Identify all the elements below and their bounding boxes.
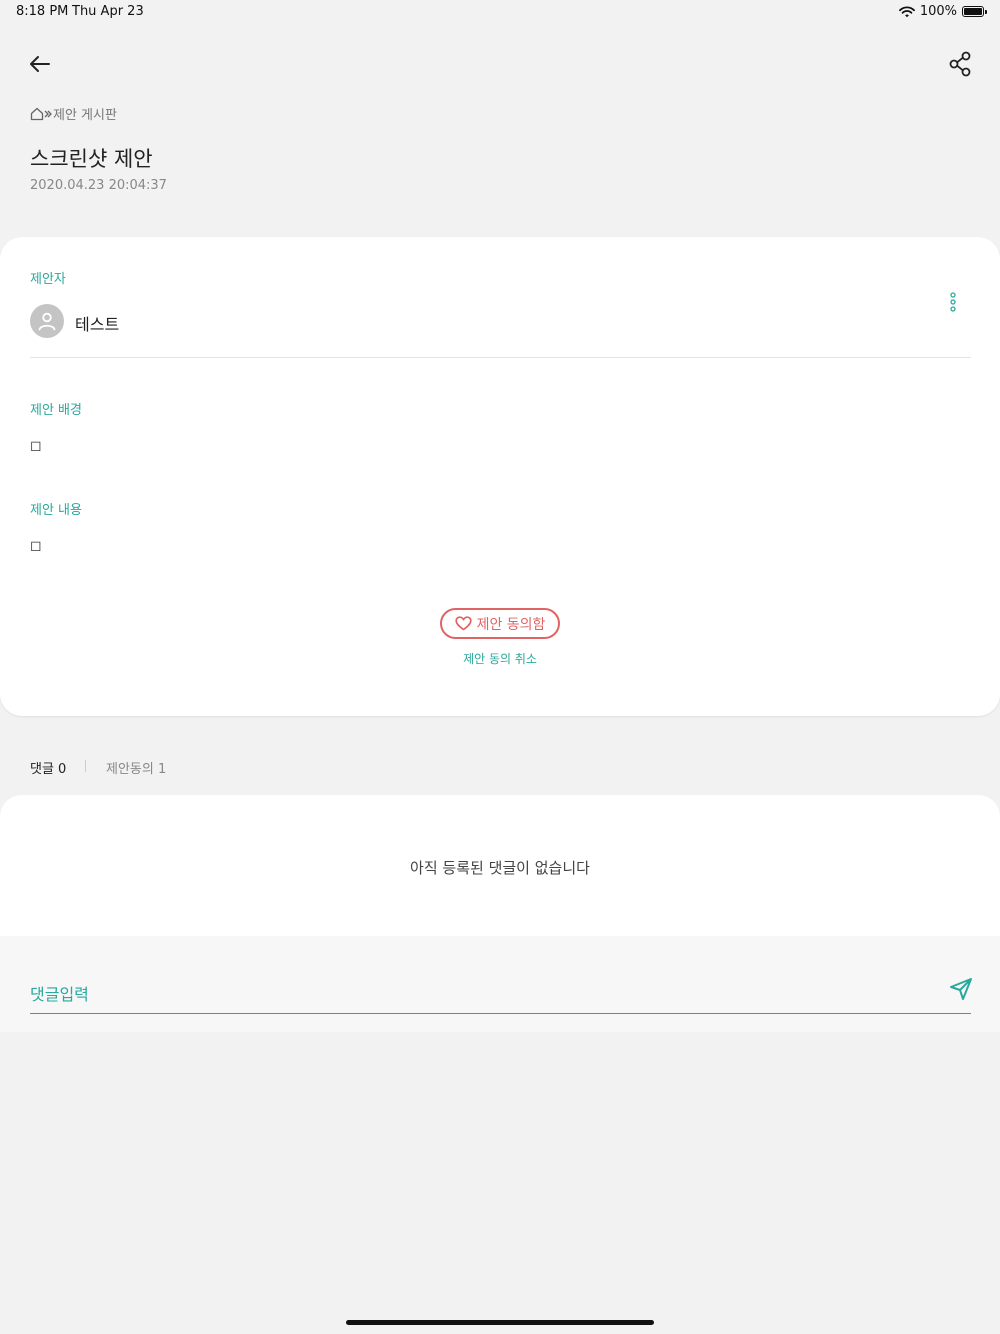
background-label: 제안 배경 (30, 403, 82, 418)
background-text: ◻ (30, 438, 42, 454)
more-vertical-icon (950, 292, 956, 312)
agree-label: 제안 동의함 (476, 616, 546, 633)
input-underline (30, 1013, 971, 1014)
status-date: Thu Apr 23 (72, 4, 144, 19)
home-indicator (346, 1320, 654, 1325)
status-time: 8:18 PM (16, 4, 69, 19)
page-title: 스크린샷 제안 (30, 147, 153, 171)
wifi-icon (898, 5, 915, 17)
empty-comments-message: 아직 등록된 댓글이 없습니다 (410, 859, 590, 877)
heart-icon (454, 616, 472, 631)
breadcrumb: 제안 게시판 (30, 104, 117, 123)
arrow-left-icon (30, 56, 50, 72)
send-icon (950, 978, 972, 1000)
share-icon (949, 51, 971, 77)
cancel-agree-link[interactable]: 제안 동의 취소 (0, 650, 1000, 667)
share-button[interactable] (946, 49, 976, 79)
tab-comments[interactable]: 댓글 0 (30, 758, 66, 777)
content-label: 제안 내용 (30, 503, 82, 518)
comment-input[interactable] (30, 976, 940, 1012)
back-button[interactable] (26, 50, 54, 78)
author-name: 테스트 (75, 315, 120, 334)
content-text: ◻ (30, 538, 42, 554)
battery-fill (964, 8, 982, 15)
status-indicators: 100% (898, 4, 987, 19)
avatar (30, 304, 64, 338)
user-icon (38, 312, 56, 331)
breadcrumb-board[interactable]: 제안 게시판 (53, 104, 117, 123)
send-button[interactable] (948, 976, 974, 1002)
agree-button[interactable]: 제안 동의함 (440, 608, 560, 639)
author-label: 제안자 (30, 272, 66, 287)
post-date: 2020.04.23 20:04:37 (30, 178, 167, 193)
divider (30, 357, 971, 358)
tab-agrees[interactable]: 제안동의 1 (106, 758, 166, 777)
more-options-button[interactable] (944, 290, 962, 314)
battery-percent: 100% (919, 4, 957, 19)
post-card (0, 237, 1000, 716)
battery-icon (962, 6, 987, 17)
tab-separator (85, 760, 86, 772)
home-icon[interactable] (30, 107, 44, 121)
chevron-right-icon (44, 110, 52, 117)
